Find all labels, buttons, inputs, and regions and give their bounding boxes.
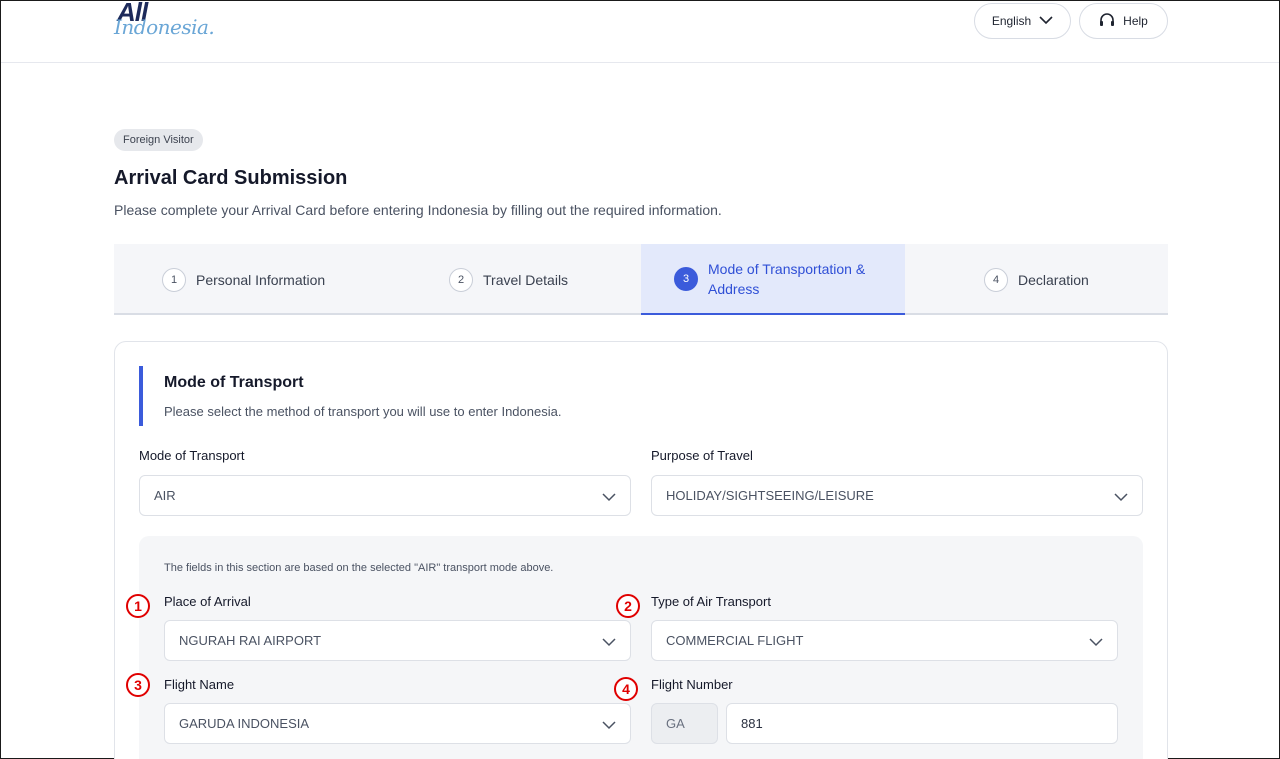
select-value: HOLIDAY/SIGHTSEEING/LEISURE (666, 488, 874, 503)
chevron-down-icon (602, 718, 616, 733)
marker-number: 1 (134, 598, 142, 614)
top-header: All Indonesia. English Help (1, 0, 1279, 63)
progress-stepper: 1 Personal Information 2 Travel Details … (114, 244, 1168, 315)
step-mode-of-transportation[interactable]: 3 Mode of Transportation & Address (641, 244, 905, 315)
step-label: Personal Information (196, 271, 326, 288)
type-of-air-transport-label: Type of Air Transport (651, 594, 771, 609)
select-value: NGURAH RAI AIRPORT (179, 633, 322, 648)
step-label: Mode of Transportation & Address (708, 260, 866, 297)
flight-number-label: Flight Number (651, 677, 733, 692)
marker-number: 3 (134, 677, 142, 693)
section-accent-bar (139, 366, 143, 426)
all-indonesia-logo[interactable]: All Indonesia. (114, 0, 224, 41)
step-travel-details[interactable]: 2 Travel Details (449, 244, 649, 315)
language-label: English (991, 14, 1032, 28)
flight-number-input[interactable]: 881 (726, 703, 1118, 744)
step-number: 1 (162, 267, 186, 292)
flight-code-prefix: GA (651, 703, 718, 744)
logo-text-indonesia: Indonesia. (114, 15, 215, 39)
flight-name-select[interactable]: GARUDA INDONESIA (164, 703, 631, 744)
chevron-down-icon (602, 490, 616, 505)
chevron-down-icon (1089, 635, 1103, 650)
section-title: Mode of Transport (164, 374, 304, 391)
visitor-type-badge: Foreign Visitor (114, 129, 203, 151)
step-personal-information[interactable]: 1 Personal Information (162, 244, 382, 315)
language-selector-button[interactable]: English (974, 3, 1071, 39)
annotation-marker-3: 3 (125, 672, 150, 697)
annotation-marker-4: 4 (613, 676, 638, 701)
page-title: Arrival Card Submission (114, 167, 348, 189)
annotation-marker-1: 1 (125, 593, 150, 618)
annotation-marker-2: 2 (615, 593, 640, 618)
mode-of-transport-label: Mode of Transport (139, 448, 245, 463)
chevron-down-icon (1039, 14, 1053, 28)
flight-name-label: Flight Name (164, 677, 235, 692)
place-of-arrival-label: Place of Arrival (164, 594, 251, 609)
help-label: Help (1123, 14, 1148, 28)
step-number: 3 (674, 266, 698, 291)
chevron-down-icon (1114, 490, 1128, 505)
step-label: Travel Details (483, 271, 569, 288)
step-number: 4 (984, 267, 1008, 292)
headset-icon (1099, 12, 1115, 30)
help-button[interactable]: Help (1079, 3, 1168, 39)
page-subtitle: Please complete your Arrival Card before… (114, 202, 722, 218)
type-of-air-transport-select[interactable]: COMMERCIAL FLIGHT (651, 620, 1118, 661)
step-label: Declaration (1018, 271, 1089, 288)
select-value: GARUDA INDONESIA (179, 716, 310, 731)
mode-of-transport-select[interactable]: AIR (139, 475, 631, 516)
purpose-of-travel-select[interactable]: HOLIDAY/SIGHTSEEING/LEISURE (651, 475, 1143, 516)
purpose-of-travel-label: Purpose of Travel (651, 448, 753, 463)
step-declaration[interactable]: 4 Declaration (984, 244, 1154, 315)
step-number: 2 (449, 267, 473, 292)
air-section-note: The fields in this section are based on … (164, 562, 554, 574)
section-subtitle: Please select the method of transport yo… (164, 404, 562, 419)
marker-number: 4 (622, 681, 630, 697)
chevron-down-icon (602, 635, 616, 650)
select-value: AIR (154, 488, 176, 503)
marker-number: 2 (624, 598, 632, 614)
place-of-arrival-select[interactable]: NGURAH RAI AIRPORT (164, 620, 631, 661)
select-value: COMMERCIAL FLIGHT (666, 633, 804, 648)
